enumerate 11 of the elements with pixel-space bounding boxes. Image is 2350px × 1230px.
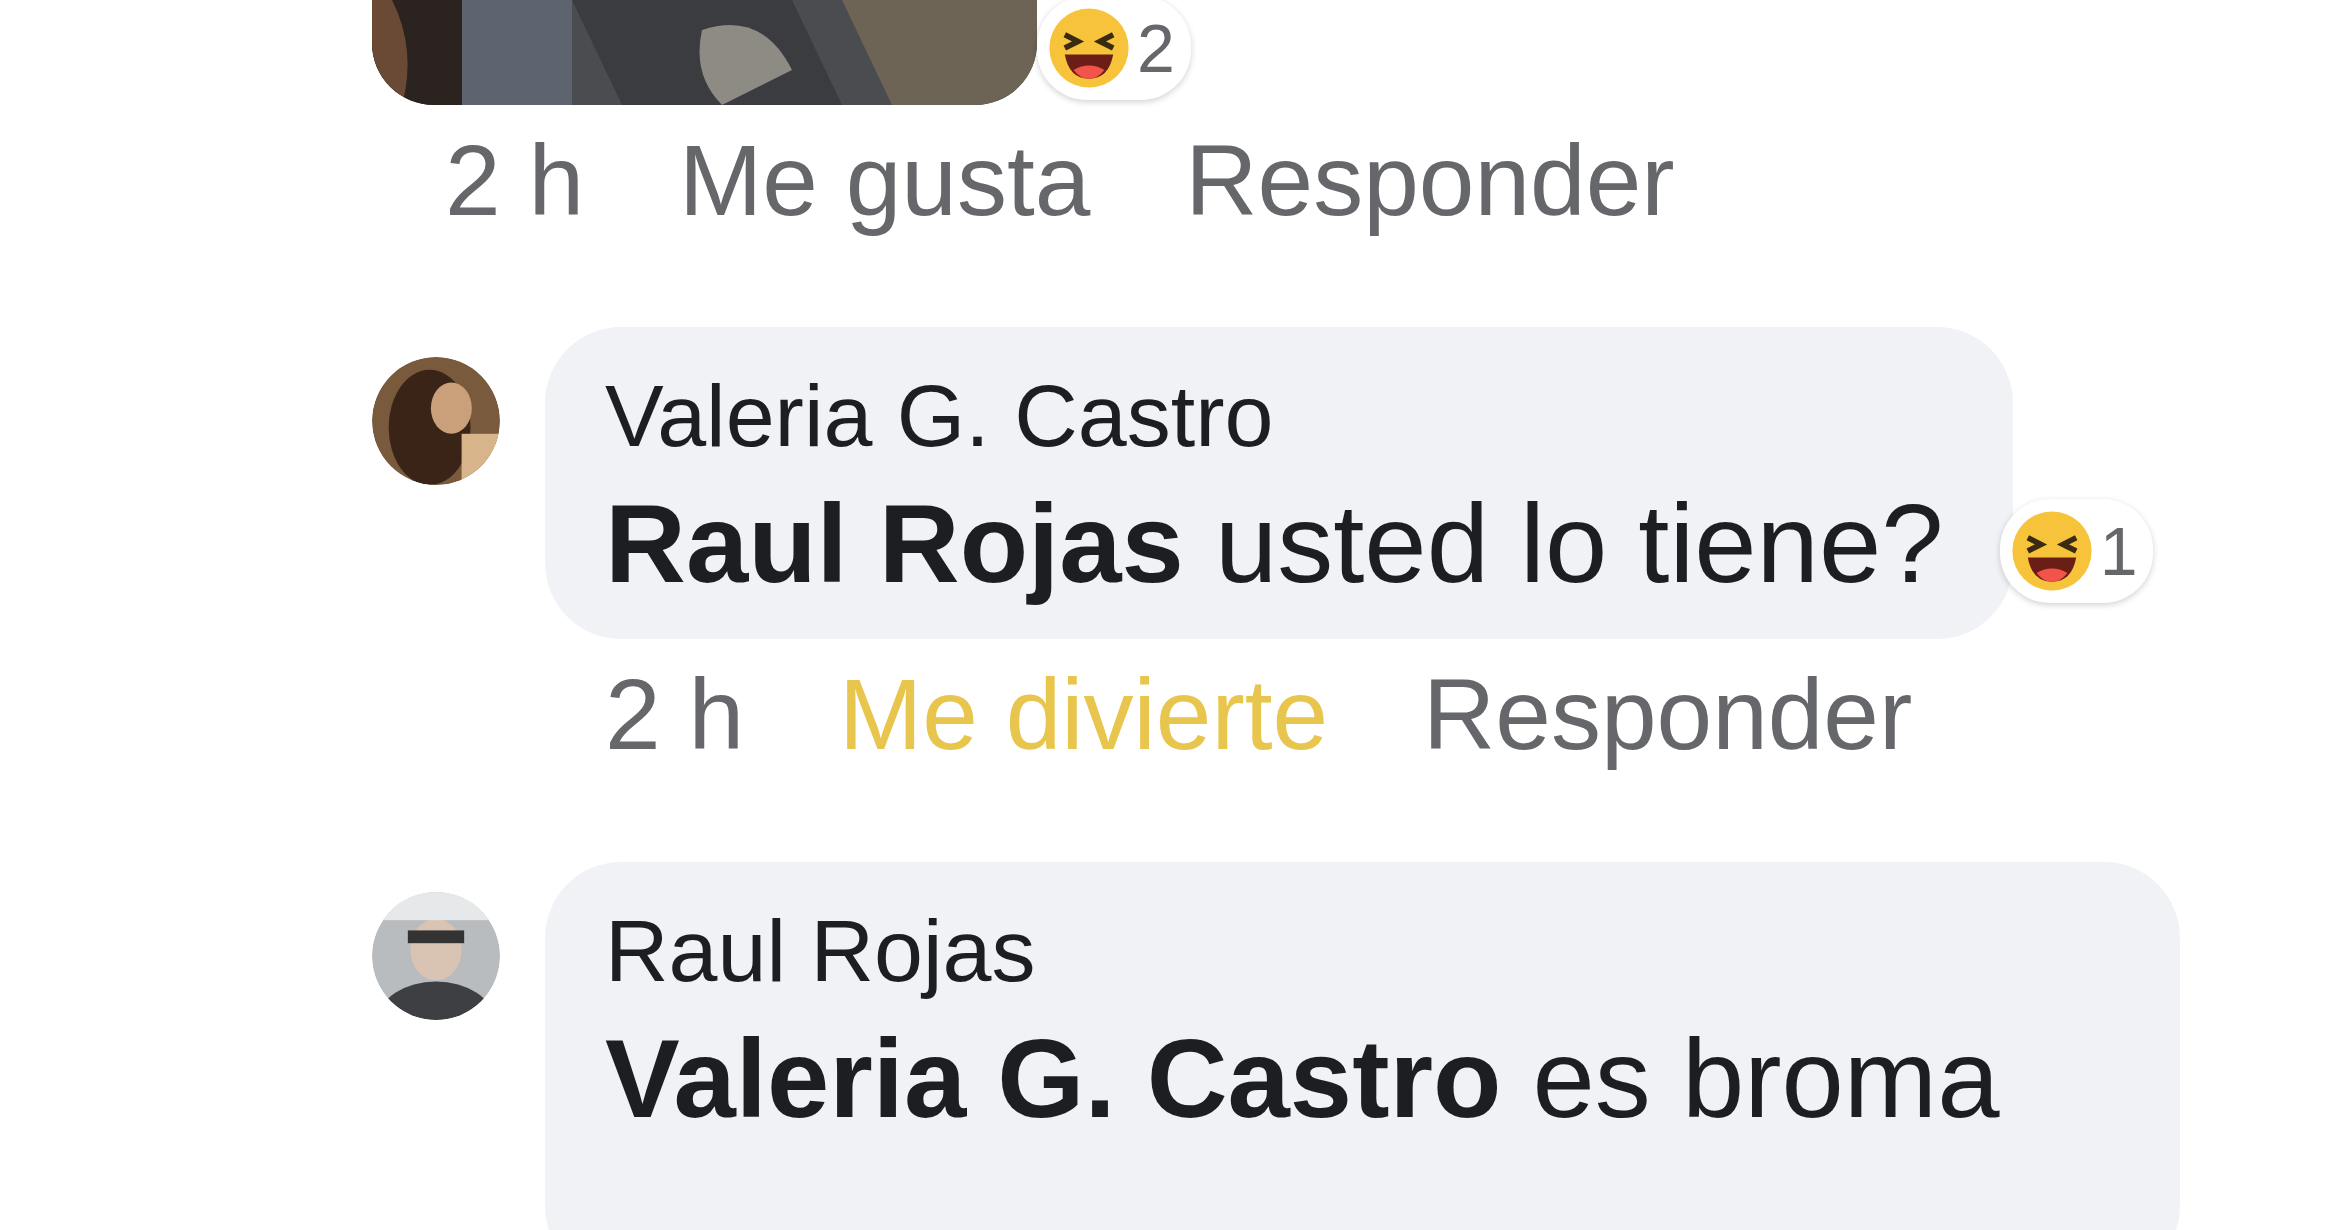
time-label: 2 h [445,123,584,238]
author-name[interactable]: Valeria G. Castro [605,361,1944,471]
comment-text: Raul Rojas usted lo tiene? [605,480,1944,608]
comment-text: Valeria G. Castro es broma [605,1014,2001,1143]
reaction-count-badge[interactable]: 1 [1999,498,2154,603]
reply-link[interactable]: Responder [1423,653,1913,774]
author-name[interactable]: Raul Rojas [605,895,2110,1006]
reply-link[interactable]: Responder [1185,120,1675,240]
time-label: 2 h [605,656,744,772]
reaction-count-badge[interactable]: 2 [1037,0,1191,100]
reaction-link[interactable]: Me gusta [679,120,1091,240]
